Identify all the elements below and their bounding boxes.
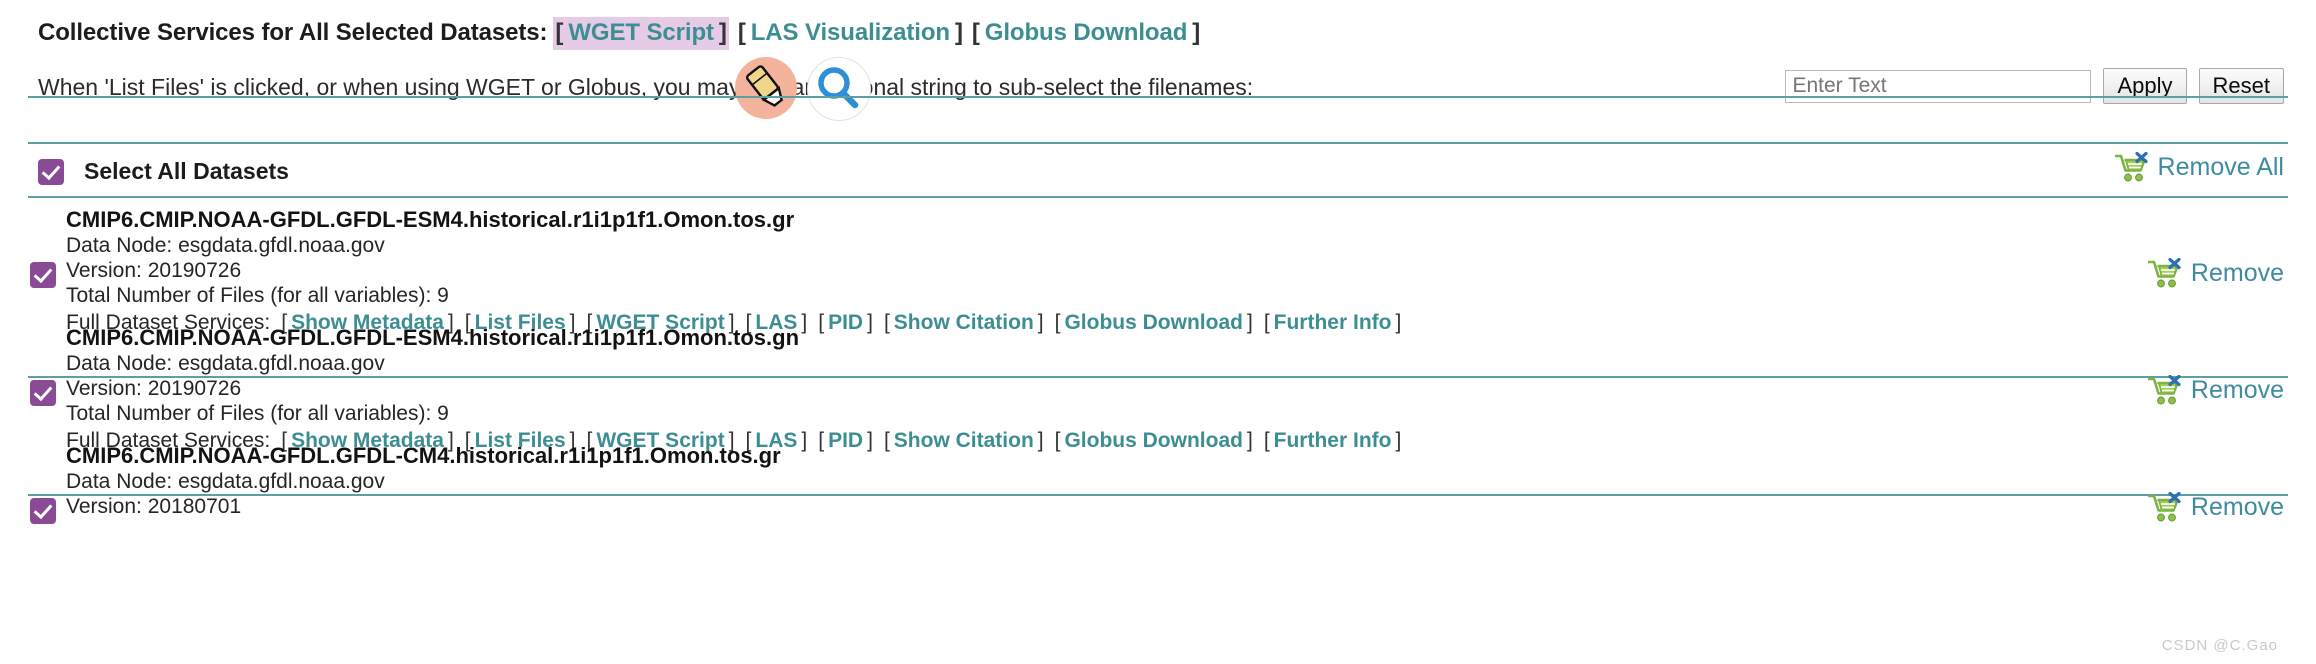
bracket-close: ]: [718, 19, 727, 46]
bracket-open: [: [883, 429, 890, 452]
dataset-title: CMIP6.CMIP.NOAA-GFDL.GFDL-CM4.historical…: [66, 443, 781, 468]
dataset-checkbox[interactable]: [30, 262, 56, 288]
remove-cart-icon: [2114, 151, 2149, 182]
remove-dataset-label: Remove: [2190, 492, 2284, 521]
select-all-label: Select All Datasets: [84, 158, 289, 184]
dataset-checkbox[interactable]: [30, 498, 56, 524]
bracket-close: ]: [1246, 429, 1253, 452]
apply-button[interactable]: Apply: [2103, 68, 2187, 104]
link-pid[interactable]: PID: [824, 429, 867, 452]
remove-dataset-button[interactable]: Remove: [2147, 257, 2284, 288]
link-globus-download[interactable]: Globus Download: [1060, 429, 1247, 452]
bracket-open: [: [1263, 429, 1270, 452]
remove-cart-icon: [2147, 491, 2182, 522]
dataset-version: Version: 20190726: [66, 259, 242, 282]
dataset-info: CMIP6.CMIP.NOAA-GFDL.GFDL-CM4.historical…: [66, 442, 781, 519]
collective-service-globus-download: [Globus Download]: [972, 19, 1200, 47]
service-globus-download: [Globus Download]: [1055, 427, 1253, 454]
collective-services-label: Collective Services for All Selected Dat…: [38, 19, 548, 46]
collective-services-row: Collective Services for All Selected Dat…: [38, 17, 1200, 50]
remove-dataset-button[interactable]: Remove: [2147, 374, 2284, 405]
collective-service-las-visualization: [LAS Visualization]: [738, 19, 963, 47]
reset-button[interactable]: Reset: [2198, 68, 2284, 104]
bracket-open: [: [737, 19, 746, 46]
dataset-results-page: Collective Services for All Selected Dat…: [0, 0, 2316, 664]
bracket-open: [: [971, 19, 980, 46]
dataset-data-node: Data Node: esgdata.gfdl.noaa.gov: [66, 470, 385, 493]
bracket-close: ]: [801, 429, 808, 452]
divider-selectall-bottom: [28, 196, 2288, 198]
link-wget-script[interactable]: WGET Script: [563, 19, 719, 46]
remove-dataset-label: Remove: [2190, 375, 2284, 404]
bracket-close: ]: [867, 429, 873, 452]
bracket-close: ]: [1037, 429, 1044, 452]
select-all-row: Select All Datasets: [38, 158, 289, 185]
remove-dataset-label: Remove: [2190, 258, 2284, 287]
link-further-info[interactable]: Further Info: [1270, 429, 1396, 452]
dataset-version: Version: 20190726: [66, 377, 242, 400]
service-further-info: [Further Info]: [1264, 427, 1402, 454]
service-pid: [PID]: [818, 427, 873, 454]
divider-top: [28, 96, 2288, 98]
dataset-info: CMIP6.CMIP.NOAA-GFDL.GFDL-ESM4.historica…: [66, 324, 1401, 454]
bracket-close: ]: [1395, 429, 1402, 452]
collective-service-wget-script: [WGET Script]: [553, 17, 729, 50]
divider-selectall-top: [28, 142, 2288, 144]
remove-dataset-button[interactable]: Remove: [2147, 491, 2284, 522]
bracket-close: ]: [1192, 19, 1201, 46]
dataset-data-node: Data Node: esgdata.gfdl.noaa.gov: [66, 234, 385, 257]
select-all-checkbox[interactable]: [38, 158, 64, 185]
remove-cart-icon: [2147, 257, 2182, 288]
link-show-citation[interactable]: Show Citation: [890, 429, 1038, 452]
bracket-close: ]: [954, 19, 963, 46]
dataset-version: Version: 20180701: [66, 495, 242, 518]
link-globus-download[interactable]: Globus Download: [980, 19, 1193, 46]
dataset-checkbox[interactable]: [30, 380, 56, 406]
remove-all-button[interactable]: Remove All: [2114, 151, 2284, 182]
remove-all-label: Remove All: [2157, 152, 2284, 181]
dataset-title: CMIP6.CMIP.NOAA-GFDL.GFDL-ESM4.historica…: [66, 207, 795, 232]
dataset-info: CMIP6.CMIP.NOAA-GFDL.GFDL-ESM4.historica…: [66, 206, 1401, 336]
dataset-file-count: Total Number of Files (for all variables…: [66, 284, 449, 307]
link-las-visualization[interactable]: LAS Visualization: [746, 19, 955, 46]
filter-controls: Apply Reset: [1785, 68, 2284, 104]
dataset-title: CMIP6.CMIP.NOAA-GFDL.GFDL-ESM4.historica…: [66, 325, 800, 350]
dataset-file-count: Total Number of Files (for all variables…: [66, 402, 449, 425]
service-show-citation: [Show Citation]: [884, 427, 1044, 454]
dataset-data-node: Data Node: esgdata.gfdl.noaa.gov: [66, 352, 385, 375]
watermark: CSDN @C.Gao: [2161, 637, 2278, 654]
remove-cart-icon: [2147, 374, 2182, 405]
